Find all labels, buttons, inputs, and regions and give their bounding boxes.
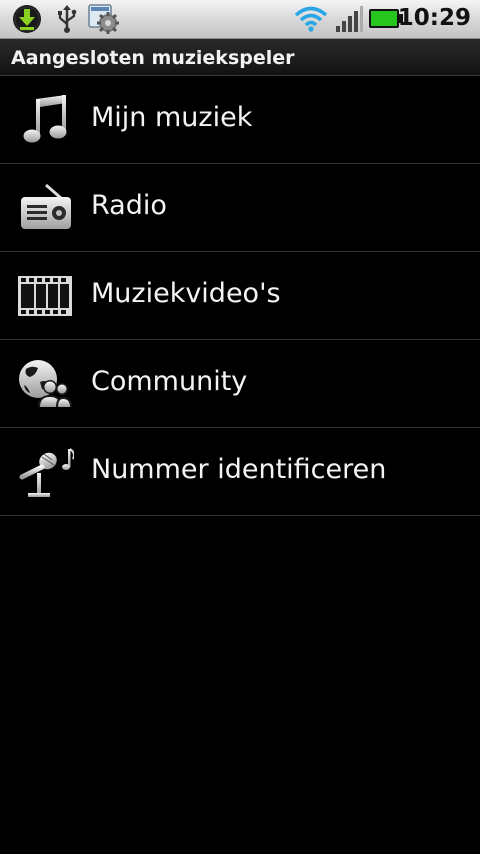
- usb-icon: [54, 4, 80, 38]
- menu-item-radio[interactable]: Radio: [0, 164, 480, 252]
- film-icon: [16, 267, 74, 325]
- download-icon: [10, 3, 44, 39]
- signal-icon: [334, 6, 364, 38]
- menu-item-mijn-muziek[interactable]: Mijn muziek: [0, 76, 480, 164]
- menu-item-label: Community: [91, 366, 248, 397]
- microphone-note-icon: [16, 443, 75, 501]
- menu-item-label: Mijn muziek: [91, 102, 253, 133]
- main-menu-list: Mijn muziek Radio Muziekvideo's Communit…: [0, 76, 480, 516]
- menu-item-label: Nummer identificeren: [91, 454, 387, 485]
- app-title-bar: Aangesloten muziekspeler: [0, 39, 480, 76]
- menu-item-label: Radio: [91, 190, 167, 221]
- settings-icon: [87, 2, 121, 40]
- community-icon: [16, 355, 74, 413]
- menu-item-label: Muziekvideo's: [91, 278, 281, 309]
- menu-item-nummer-identificeren[interactable]: Nummer identificeren: [0, 428, 480, 516]
- menu-item-muziekvideos[interactable]: Muziekvideo's: [0, 252, 480, 340]
- wifi-icon: [294, 5, 328, 37]
- page-title: Aangesloten muziekspeler: [11, 47, 295, 69]
- status-bar: 10:29: [0, 0, 480, 39]
- radio-icon: [16, 179, 74, 237]
- status-time: 10:29: [397, 5, 471, 31]
- music-note-icon: [16, 91, 74, 149]
- menu-item-community[interactable]: Community: [0, 340, 480, 428]
